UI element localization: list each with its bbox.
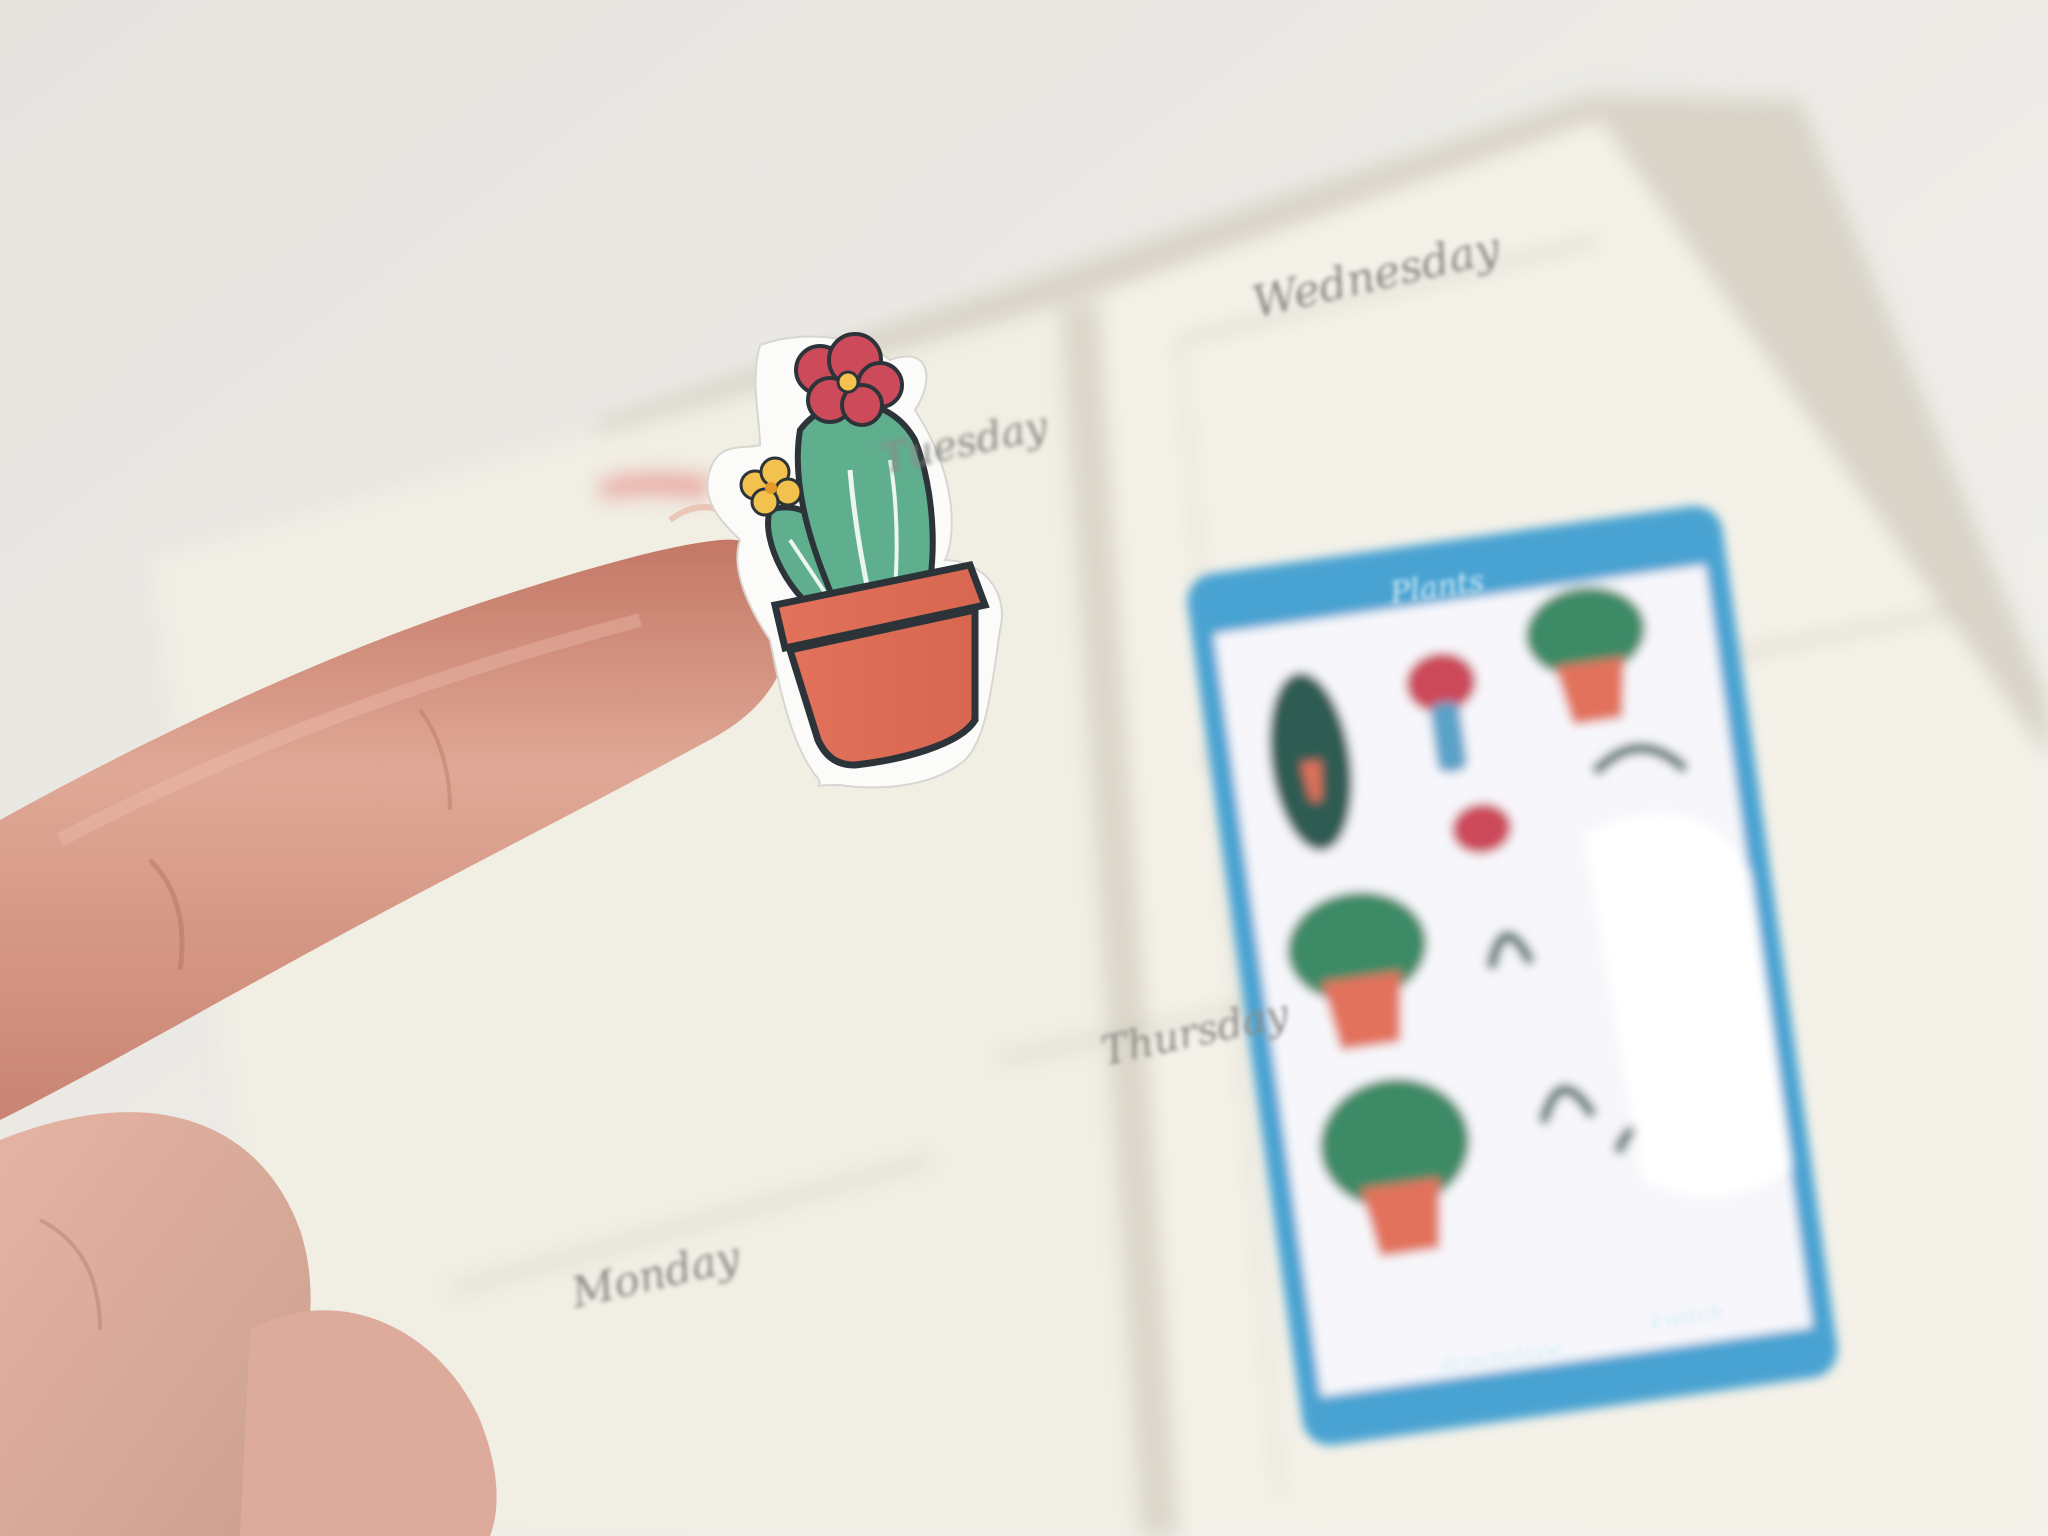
photo-scene: Wednesday Tuesday Thursday Monday Plants… — [0, 0, 2048, 1536]
photo-illustration — [0, 0, 2048, 1536]
